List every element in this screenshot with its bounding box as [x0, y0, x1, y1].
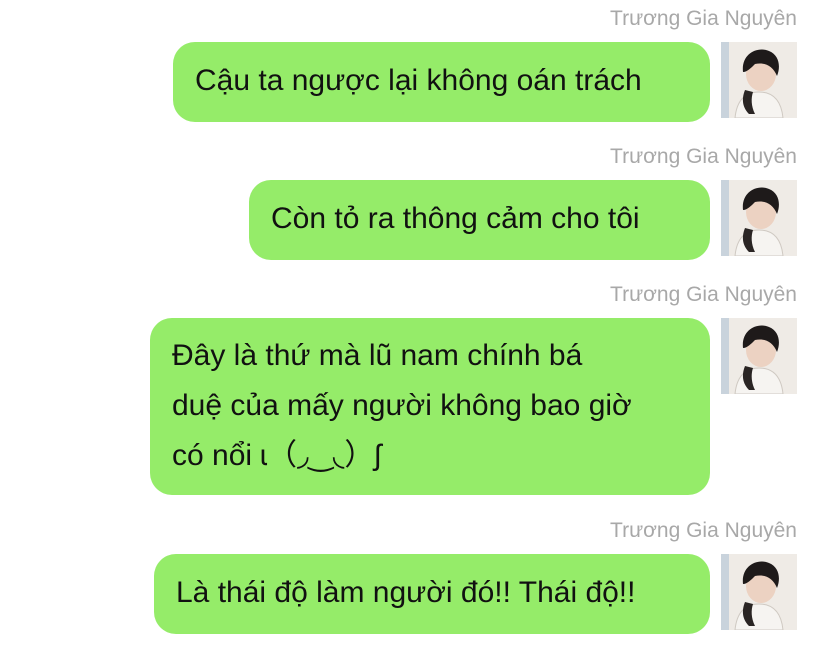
sender-name: Trương Gia Nguyên	[610, 519, 797, 542]
message-bubble[interactable]: Còn tỏ ra thông cảm cho tôi	[249, 180, 710, 260]
avatar[interactable]	[721, 554, 797, 630]
user-photo-avatar-icon	[721, 180, 797, 256]
message-text-line: có nổi ɩ（◞‿◟）ʃ	[172, 439, 382, 472]
avatar[interactable]	[721, 318, 797, 394]
message-bubble[interactable]: Cậu ta ngược lại không oán trách	[173, 42, 710, 122]
message-text-line: Đây là thứ mà lũ nam chính bá	[172, 339, 583, 372]
user-photo-avatar-icon	[721, 318, 797, 394]
message-text: Cậu ta ngược lại không oán trách	[195, 64, 642, 97]
user-photo-avatar-icon	[721, 42, 797, 118]
sender-name: Trương Gia Nguyên	[610, 145, 797, 168]
user-photo-avatar-icon	[721, 554, 797, 630]
avatar[interactable]	[721, 42, 797, 118]
message-bubble[interactable]: Đây là thứ mà lũ nam chính bá duệ của mấ…	[150, 318, 710, 495]
message-text-line: duệ của mấy người không bao giờ	[172, 389, 632, 422]
sender-name: Trương Gia Nguyên	[610, 7, 797, 30]
sender-name: Trương Gia Nguyên	[610, 283, 797, 306]
avatar[interactable]	[721, 180, 797, 256]
message-text: Còn tỏ ra thông cảm cho tôi	[271, 202, 640, 235]
message-text: Là thái độ làm người đó!! Thái độ!!	[176, 576, 636, 609]
message-bubble[interactable]: Là thái độ làm người đó!! Thái độ!!	[154, 554, 710, 634]
